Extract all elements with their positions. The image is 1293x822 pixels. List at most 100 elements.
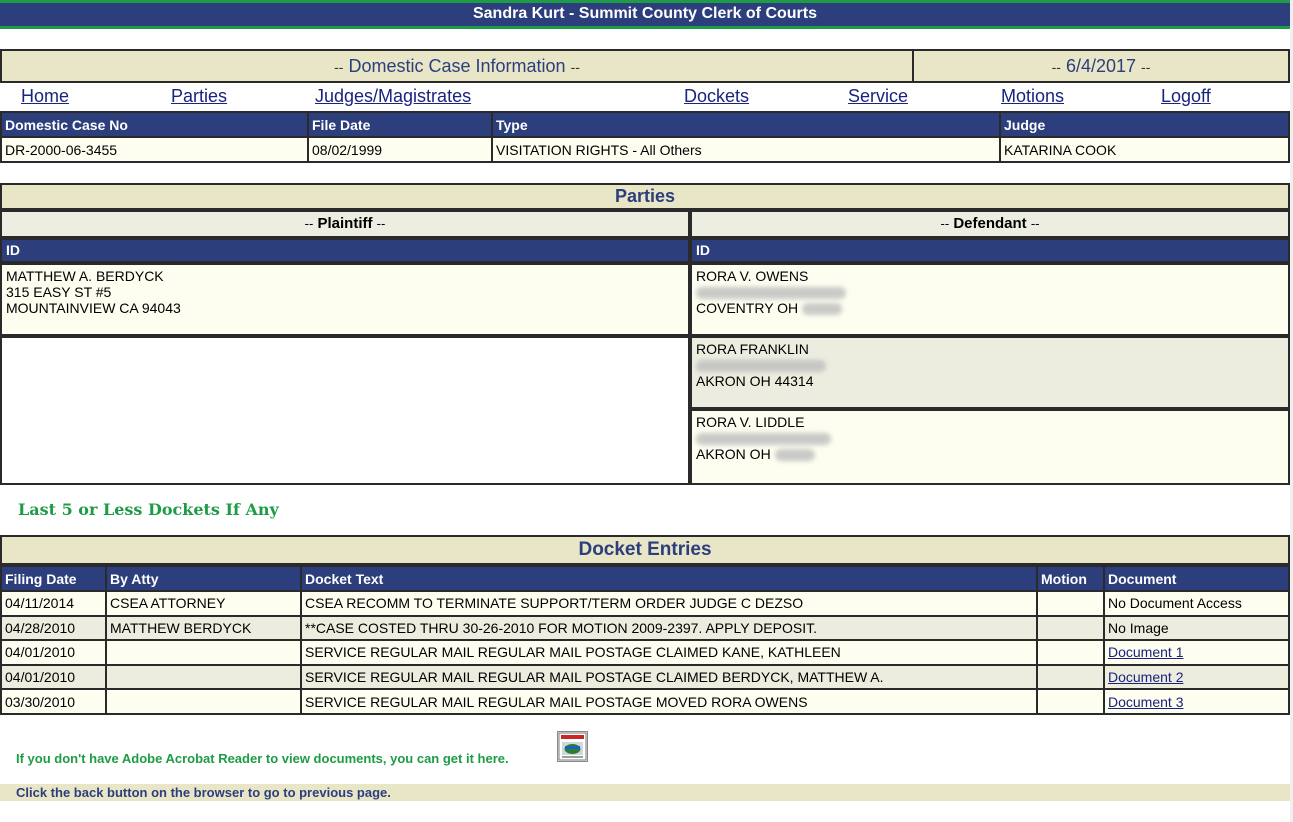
- docket-text: SERVICE REGULAR MAIL REGULAR MAIL POSTAG…: [300, 688, 1038, 715]
- docket-table: Filing Date By Atty Docket Text Motion D…: [0, 565, 1290, 715]
- defendant-header: -- Defendant --: [690, 210, 1290, 238]
- col-header: Judge: [999, 111, 1290, 138]
- party-name: RORA FRANKLIN: [696, 341, 809, 357]
- document-cell: Document 2: [1103, 663, 1290, 691]
- parties-section: Parties -- Plaintiff -- ID MATTHEW A. BE…: [0, 183, 1290, 485]
- dash: --: [940, 216, 950, 231]
- plaintiff-id-header: ID: [0, 238, 690, 263]
- table-row: 04/11/2014 CSEA ATTORNEY CSEA RECOMM TO …: [0, 590, 1290, 617]
- filing-date: 04/01/2010: [0, 639, 107, 666]
- table-row: 04/28/2010 MATTHEW BERDYCK **CASE COSTED…: [0, 614, 1290, 642]
- filing-date: 04/11/2014: [0, 590, 107, 617]
- motion: [1036, 590, 1105, 617]
- case-type: VISITATION RIGHTS - All Others: [491, 136, 1001, 163]
- defendant-column: -- Defendant -- ID RORA V. OWENS COVENTR…: [690, 210, 1290, 485]
- plaintiff-header: -- Plaintiff --: [0, 210, 690, 238]
- col-header: File Date: [307, 111, 493, 138]
- back-instruction: Click the back button on the browser to …: [0, 784, 1290, 801]
- document-3-link[interactable]: Document 3: [1108, 694, 1183, 710]
- party-city: AKRON OH 44314: [696, 373, 814, 389]
- case-info-date: 6/4/2017: [1065, 55, 1137, 76]
- nav-parties-link[interactable]: Parties: [171, 86, 227, 107]
- document-cell: Document 1: [1103, 639, 1290, 666]
- party-name: RORA V. OWENS: [696, 268, 809, 284]
- case-info-title-cell: -- Domestic Case Information --: [0, 49, 914, 83]
- case-info-date-cell: -- 6/4/2017 --: [912, 49, 1290, 83]
- plaintiff-empty-area: [0, 336, 690, 485]
- dash: --: [334, 58, 344, 75]
- document-2-link[interactable]: Document 2: [1108, 669, 1183, 685]
- by-atty: [105, 663, 302, 691]
- party-city-line: AKRON OH: [696, 446, 1284, 462]
- col-header: Type: [491, 111, 1001, 138]
- docket-entries-title: Docket Entries: [0, 535, 1290, 565]
- defendant-entry: RORA FRANKLIN AKRON OH 44314: [690, 336, 1290, 409]
- col-header: Docket Text: [300, 565, 1038, 592]
- nav-judges-link[interactable]: Judges/Magistrates: [315, 86, 471, 107]
- dash: --: [304, 216, 314, 231]
- plaintiff-entry: MATTHEW A. BERDYCK 315 EASY ST #5 MOUNTA…: [0, 263, 690, 336]
- header-title: Sandra Kurt - Summit County Clerk of Cou…: [472, 5, 818, 22]
- table-row: 03/30/2010 SERVICE REGULAR MAIL REGULAR …: [0, 688, 1290, 715]
- docket-text: SERVICE REGULAR MAIL REGULAR MAIL POSTAG…: [300, 663, 1038, 691]
- col-header: Domestic Case No: [0, 111, 309, 138]
- party-street: 315 EASY ST #5: [6, 284, 112, 300]
- case-info-banner: -- Domestic Case Information -- -- 6/4/2…: [0, 49, 1290, 83]
- document-status: No Image: [1103, 614, 1290, 642]
- nav-dockets-link[interactable]: Dockets: [684, 86, 749, 107]
- nav-logoff-link[interactable]: Logoff: [1161, 86, 1211, 107]
- case-info-title: Domestic Case Information: [348, 55, 566, 76]
- table-row: 04/01/2010 SERVICE REGULAR MAIL REGULAR …: [0, 663, 1290, 691]
- file-date: 08/02/1999: [307, 136, 493, 163]
- filing-date: 04/28/2010: [0, 614, 107, 642]
- col-header: Document: [1103, 565, 1290, 592]
- motion: [1036, 688, 1105, 715]
- party-city: MOUNTAINVIEW CA 94043: [6, 300, 181, 316]
- case-number: DR-2000-06-3455: [0, 136, 309, 163]
- plaintiff-column: -- Plaintiff -- ID MATTHEW A. BERDYCK 31…: [0, 210, 690, 485]
- document-status: No Document Access: [1103, 590, 1290, 617]
- col-header: By Atty: [105, 565, 302, 592]
- redacted-street: [696, 357, 1284, 373]
- document-cell: Document 3: [1103, 688, 1290, 715]
- col-header: Filing Date: [0, 565, 107, 592]
- nav-motions-link[interactable]: Motions: [1001, 86, 1064, 107]
- filing-date: 03/30/2010: [0, 688, 107, 715]
- by-atty: CSEA ATTORNEY: [105, 590, 302, 617]
- nav-service-link[interactable]: Service: [848, 86, 908, 107]
- dash: --: [1051, 58, 1061, 75]
- acrobat-reader-icon[interactable]: [557, 731, 588, 762]
- page-header: Sandra Kurt - Summit County Clerk of Cou…: [0, 0, 1290, 29]
- party-city-line: COVENTRY OH: [696, 300, 1284, 316]
- case-header-row: Domestic Case No File Date Type Judge: [0, 111, 1290, 138]
- motion: [1036, 663, 1105, 691]
- motion: [1036, 614, 1105, 642]
- defendant-entry: RORA V. LIDDLE AKRON OH: [690, 409, 1290, 485]
- col-header: Motion: [1036, 565, 1105, 592]
- case-summary-table: Domestic Case No File Date Type Judge DR…: [0, 111, 1290, 163]
- defendant-label: Defendant: [953, 215, 1027, 232]
- docket-text: CSEA RECOMM TO TERMINATE SUPPORT/TERM OR…: [300, 590, 1038, 617]
- party-name: RORA V. LIDDLE: [696, 414, 805, 430]
- nav-bar: Home Parties Judges/Magistrates Dockets …: [0, 84, 1290, 110]
- judge-name: KATARINA COOK: [999, 136, 1290, 163]
- party-city: AKRON OH: [696, 446, 771, 462]
- filing-date: 04/01/2010: [0, 663, 107, 691]
- docket-text: SERVICE REGULAR MAIL REGULAR MAIL POSTAG…: [300, 639, 1038, 666]
- dash: --: [570, 58, 580, 75]
- motion: [1036, 639, 1105, 666]
- by-atty: [105, 639, 302, 666]
- party-city: COVENTRY OH: [696, 300, 799, 316]
- dash: --: [1030, 216, 1040, 231]
- nav-home-link[interactable]: Home: [21, 86, 69, 107]
- party-name: MATTHEW A. BERDYCK: [6, 268, 164, 284]
- acrobat-reader-icon-graphic: [558, 732, 587, 761]
- parties-title: Parties: [0, 183, 1290, 210]
- dockets-label: Last 5 or Less Dockets If Any: [18, 500, 279, 519]
- docket-text: **CASE COSTED THRU 30-26-2010 FOR MOTION…: [300, 614, 1038, 642]
- plaintiff-label: Plaintiff: [317, 215, 373, 232]
- by-atty: [105, 688, 302, 715]
- acrobat-note: If you don't have Adobe Acrobat Reader t…: [16, 751, 509, 766]
- document-1-link[interactable]: Document 1: [1108, 644, 1183, 660]
- table-row: 04/01/2010 SERVICE REGULAR MAIL REGULAR …: [0, 639, 1290, 666]
